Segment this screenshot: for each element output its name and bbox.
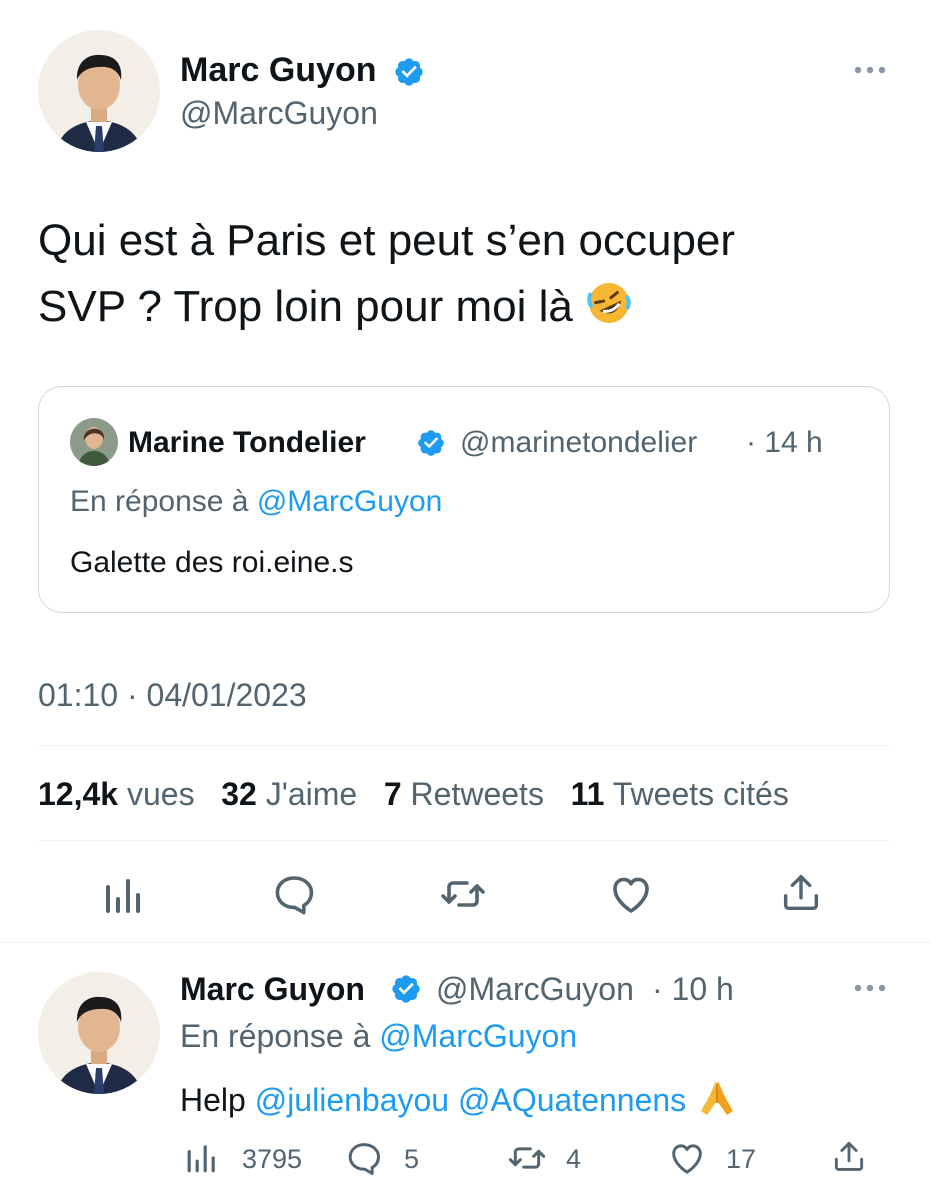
more-options-icon[interactable] [850, 60, 890, 80]
reply-reply-prefix: En réponse à [180, 1018, 371, 1054]
reply-tweet-text: Help @julienbayou @AQuatennens [180, 1077, 739, 1126]
quoted-author-avatar[interactable] [70, 418, 118, 466]
quoted-reply-mention[interactable]: @MarcGuyon [257, 485, 443, 518]
author-handle[interactable]: @MarcGuyon [180, 94, 378, 132]
tweet-text-line2: SVP ? Trop loin pour moi là [38, 274, 908, 346]
quoted-reply-prefix: En réponse à [70, 485, 249, 518]
tweet-stats: 12,4k vues 32 J'aime 7 Retweets 11 Tweet… [38, 775, 789, 813]
reply-retweet-icon[interactable] [504, 1138, 550, 1178]
rofl-emoji-icon [585, 279, 633, 346]
reply-retweets-count: 4 [566, 1144, 582, 1174]
folded-hands-emoji-icon [695, 1077, 739, 1126]
retweets-stat[interactable]: 7 Retweets [384, 776, 544, 812]
author-avatar[interactable] [38, 30, 160, 152]
reply-more-options-icon[interactable] [850, 978, 890, 998]
reply-avatar-portrait [38, 972, 160, 1094]
tweet-text-line1: Qui est à Paris et peut s’en occuper [38, 216, 736, 265]
quoted-tweet-text: Galette des roi.eine.s [70, 546, 354, 579]
share-icon[interactable] [778, 868, 824, 916]
views-analytics-icon[interactable] [102, 875, 146, 915]
views-stat[interactable]: 12,4k vues [38, 776, 195, 812]
mention-julienbayou[interactable]: @julienbayou [255, 1082, 449, 1118]
retweet-icon[interactable] [436, 870, 490, 918]
reply-views-count: 3795 [242, 1144, 303, 1174]
mention-aquatennens[interactable]: @AQuatennens [458, 1082, 686, 1118]
reply-verified-badge-icon [390, 973, 422, 1005]
divider [38, 840, 890, 841]
quoted-avatar-portrait [70, 418, 118, 466]
author-name[interactable]: Marc Guyon [180, 50, 376, 90]
quoted-author-handle[interactable]: @marinetondelier [460, 425, 697, 461]
verified-badge-icon [393, 56, 425, 88]
reply-views-icon[interactable] [184, 1142, 220, 1174]
like-icon[interactable] [606, 870, 656, 918]
reply-likes-count: 17 [726, 1144, 757, 1174]
tweet-text: Qui est à Paris et peut s’en occuper SVP… [38, 208, 908, 346]
quoted-verified-badge-icon [416, 428, 446, 458]
quoted-reply-context: En réponse à @MarcGuyon [70, 484, 442, 520]
reply-like-icon[interactable] [666, 1138, 708, 1178]
reply-reply-icon[interactable] [344, 1138, 384, 1178]
quoted-author-name[interactable]: Marine Tondelier [128, 425, 366, 461]
tweet-timestamp[interactable]: 01:10 · 04/01/2023 [38, 676, 307, 714]
reply-reply-mention[interactable]: @MarcGuyon [379, 1018, 577, 1054]
reply-author-avatar[interactable] [38, 972, 160, 1094]
reply-text-prefix: Help [180, 1082, 246, 1118]
reply-icon[interactable] [270, 870, 318, 918]
likes-stat[interactable]: 32 J'aime [221, 776, 357, 812]
reply-tweet-time[interactable]: · 10 h [652, 970, 734, 1008]
reply-author-name[interactable]: Marc Guyon [180, 970, 365, 1008]
reply-author-handle[interactable]: @MarcGuyon [436, 970, 634, 1008]
reply-replies-count: 5 [404, 1144, 420, 1174]
reply-share-icon[interactable] [830, 1136, 868, 1176]
quote-tweets-stat[interactable]: 11 Tweets cités [571, 776, 789, 812]
quoted-tweet-time[interactable]: · 14 h [746, 425, 823, 461]
reply-reply-context: En réponse à @MarcGuyon [180, 1017, 577, 1055]
divider [38, 745, 890, 746]
avatar-portrait [38, 30, 160, 152]
divider [0, 942, 930, 943]
